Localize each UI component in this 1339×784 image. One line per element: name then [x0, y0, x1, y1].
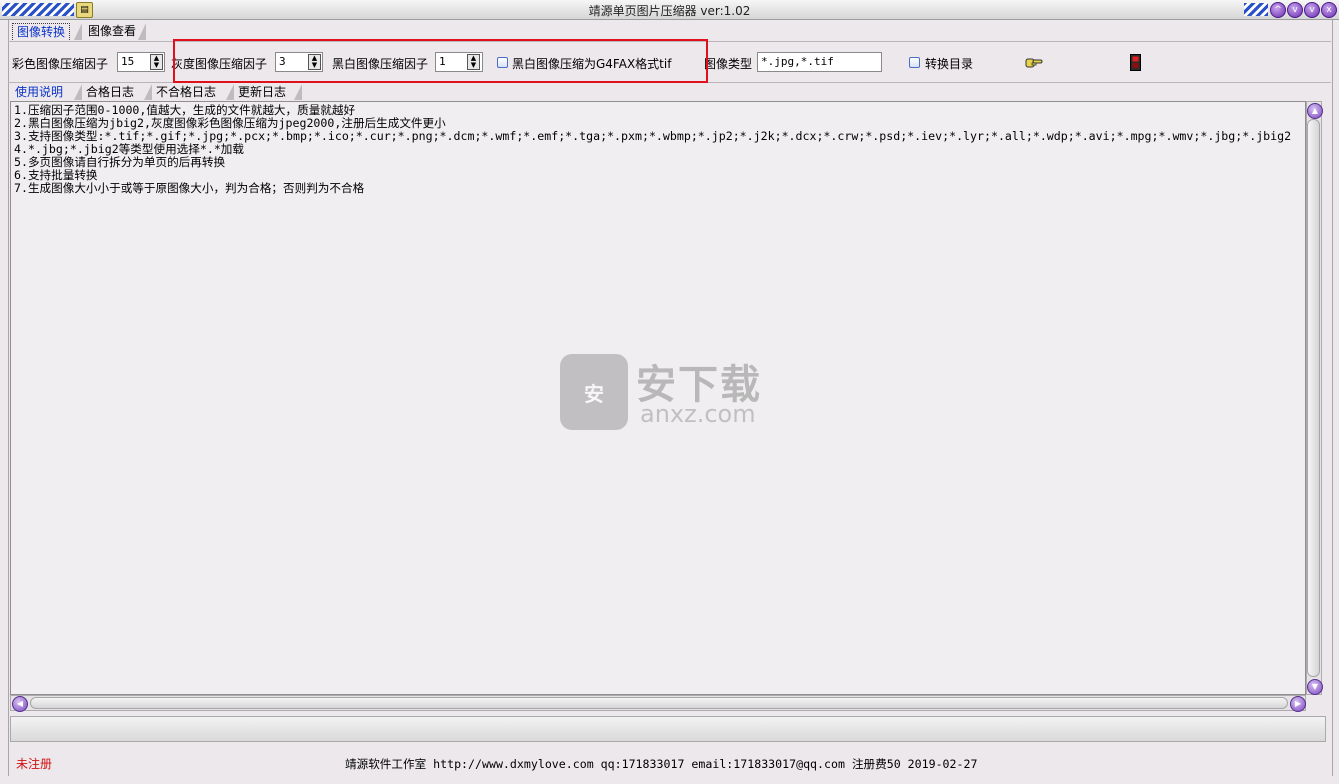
tab-separator: [294, 84, 302, 100]
close-button[interactable]: x: [1321, 2, 1337, 18]
rollup-button[interactable]: ^: [1270, 2, 1286, 18]
scroll-right-icon[interactable]: ▶: [1290, 696, 1306, 712]
title-stripes-right: [1244, 3, 1268, 16]
footer-info: 靖源软件工作室 http://www.dxmylove.com qq:17183…: [345, 757, 978, 771]
progress-bar: [10, 716, 1326, 742]
tab-update-log[interactable]: 更新日志: [235, 84, 289, 100]
vertical-scroll-thumb[interactable]: [1307, 119, 1320, 677]
color-factor-spinner[interactable]: ▲ ▼: [150, 54, 163, 70]
instruction-line: 7.生成图像大小小于或等于原图像大小，判为合格；否则判为不合格: [14, 181, 365, 195]
window-title: 靖源单页图片压缩器 ver:1.02: [588, 4, 751, 18]
watermark-logo: 安 安下载 anxz.com: [560, 348, 780, 434]
tab-image-convert[interactable]: 图像转换: [12, 23, 71, 42]
tab-pass-log[interactable]: 合格日志: [83, 84, 137, 100]
tab-image-view[interactable]: 图像查看: [84, 23, 140, 40]
scroll-down-icon[interactable]: ▼: [1307, 679, 1323, 695]
tab-fail-log[interactable]: 不合格日志: [153, 84, 219, 100]
minimize-button[interactable]: v: [1287, 2, 1303, 18]
tab-instructions[interactable]: 使用说明: [12, 84, 66, 100]
highlight-box: [173, 39, 708, 83]
tab-separator: [144, 84, 152, 100]
tab-separator: [74, 84, 82, 100]
tab-separator: [138, 23, 146, 40]
image-type-input[interactable]: *.jpg,*.tif: [757, 52, 882, 72]
instruction-line: 5.多页图像请自行拆分为单页的后再转换: [14, 155, 226, 169]
scroll-left-icon[interactable]: ◀: [12, 696, 28, 712]
watermark-en-text: anxz.com: [640, 400, 756, 428]
watermark-badge: 安: [584, 382, 604, 406]
convert-dir-checkbox[interactable]: [909, 57, 920, 68]
registration-status[interactable]: 未注册: [16, 755, 52, 772]
horizontal-scroll-thumb[interactable]: [30, 697, 1288, 709]
convert-dir-label: 转换目录: [925, 57, 974, 71]
maximize-button[interactable]: v: [1304, 2, 1320, 18]
tab-separator: [226, 84, 234, 100]
scroll-up-icon[interactable]: ▲: [1307, 103, 1323, 119]
color-factor-label: 彩色图像压缩因子: [12, 57, 109, 71]
image-type-label: 图像类型: [704, 57, 753, 71]
exit-door-icon[interactable]: [1130, 54, 1141, 71]
title-bar[interactable]: ▤ 靖源单页图片压缩器 ver:1.02 ^ v v x: [0, 0, 1339, 20]
pointing-hand-icon[interactable]: [1025, 55, 1043, 69]
tab-separator: [74, 23, 82, 40]
color-factor-value: 15: [121, 55, 135, 68]
